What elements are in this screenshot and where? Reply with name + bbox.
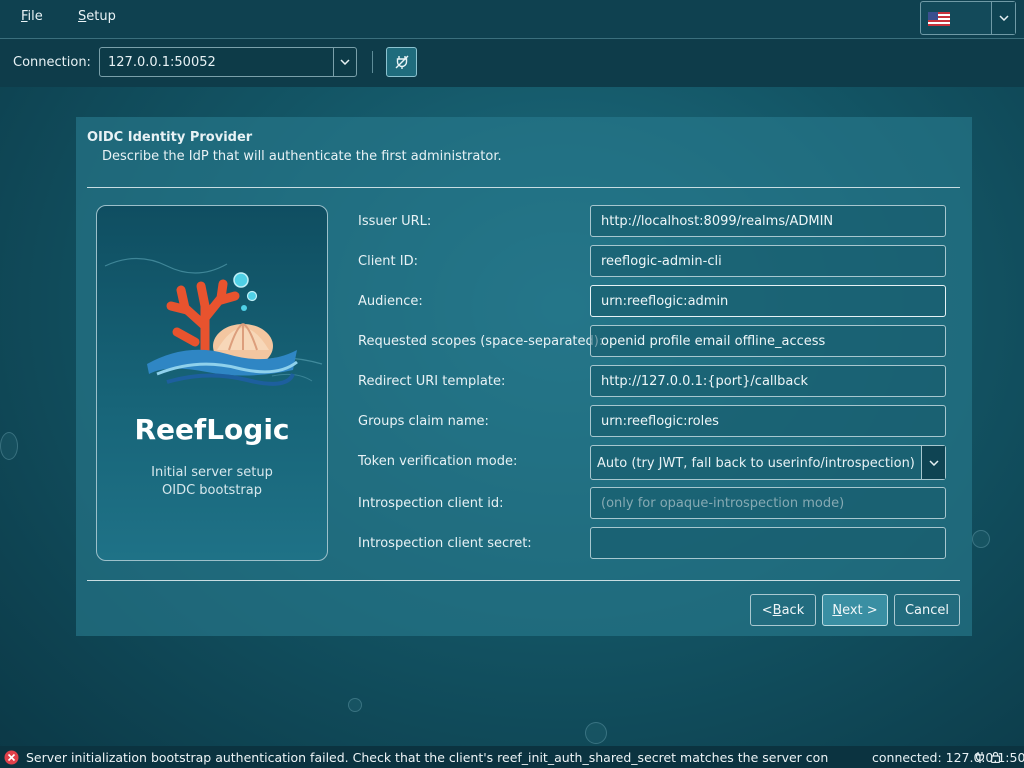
connection-label: Connection:: [13, 55, 91, 70]
lock-icon: [990, 751, 1001, 763]
token-mode-value: Auto (try JWT, fall back to userinfo/int…: [597, 456, 915, 471]
page-subtitle: Describe the IdP that will authenticate …: [102, 149, 502, 164]
introspection-id-input[interactable]: [590, 487, 946, 519]
us-flag-icon: [928, 12, 950, 26]
connection-toolbar: Connection: 127.0.0.1:50052: [0, 39, 1024, 87]
connection-combo[interactable]: 127.0.0.1:50052: [99, 47, 357, 77]
background-bubble: [0, 432, 18, 460]
cancel-button[interactable]: Cancel: [894, 594, 960, 626]
page-title: OIDC Identity Provider: [87, 130, 253, 145]
background-bubble: [348, 698, 362, 712]
language-selector[interactable]: [920, 1, 1016, 35]
next-button[interactable]: Next >: [822, 594, 888, 626]
back-button[interactable]: < Back: [750, 594, 816, 626]
menu-bar: File Setup: [0, 0, 1024, 38]
reef-logo-icon: [104, 257, 323, 386]
client-id-label: Client ID:: [358, 254, 418, 269]
background-bubble: [585, 722, 607, 744]
token-mode-select[interactable]: Auto (try JWT, fall back to userinfo/int…: [590, 445, 946, 480]
scopes-label: Requested scopes (space-separated):: [358, 334, 604, 349]
disconnect-button[interactable]: [386, 47, 417, 77]
brand-panel: ReefLogic Initial server setup OIDC boot…: [96, 205, 328, 561]
plug-disconnect-icon: [395, 55, 408, 69]
audience-input[interactable]: [590, 285, 946, 317]
introspection-secret-label: Introspection client secret:: [358, 536, 532, 551]
brand-name: ReefLogic: [134, 413, 290, 446]
scopes-input[interactable]: [590, 325, 946, 357]
introspection-id-label: Introspection client id:: [358, 496, 504, 511]
language-dropdown-button[interactable]: [991, 2, 1015, 34]
groups-claim-label: Groups claim name:: [358, 414, 489, 429]
toolbar-divider: [372, 51, 373, 73]
token-mode-label: Token verification mode:: [358, 454, 518, 469]
client-id-input[interactable]: [590, 245, 946, 277]
connection-status: connected: 127.0.0.1:50052: [872, 750, 1024, 765]
plug-icon: [975, 752, 985, 763]
menu-file[interactable]: File: [21, 9, 43, 24]
introspection-secret-input[interactable]: [590, 527, 946, 559]
status-message: Server initialization bootstrap authenti…: [26, 750, 829, 765]
error-icon: [4, 750, 19, 765]
redirect-uri-label: Redirect URI template:: [358, 374, 506, 389]
connection-value: 127.0.0.1:50052: [108, 55, 216, 70]
status-bar: Server initialization bootstrap authenti…: [0, 746, 1024, 768]
chevron-down-icon: [928, 459, 939, 466]
chevron-down-icon: [998, 15, 1009, 21]
chevron-down-icon: [340, 59, 350, 65]
issuer-url-label: Issuer URL:: [358, 214, 432, 229]
token-mode-dropdown-button[interactable]: [921, 446, 945, 479]
groups-claim-input[interactable]: [590, 405, 946, 437]
oidc-setup-card: OIDC Identity Provider Describe the IdP …: [76, 117, 972, 636]
audience-label: Audience:: [358, 294, 423, 309]
brand-tagline-2: OIDC bootstrap: [162, 483, 262, 498]
issuer-url-input[interactable]: [590, 205, 946, 237]
menu-setup[interactable]: Setup: [78, 9, 116, 24]
footer-divider: [87, 580, 960, 581]
connection-dropdown-button[interactable]: [333, 48, 356, 76]
background-bubble: [972, 530, 990, 548]
redirect-uri-input[interactable]: [590, 365, 946, 397]
brand-tagline-1: Initial server setup: [151, 465, 273, 480]
header-divider: [87, 187, 960, 188]
